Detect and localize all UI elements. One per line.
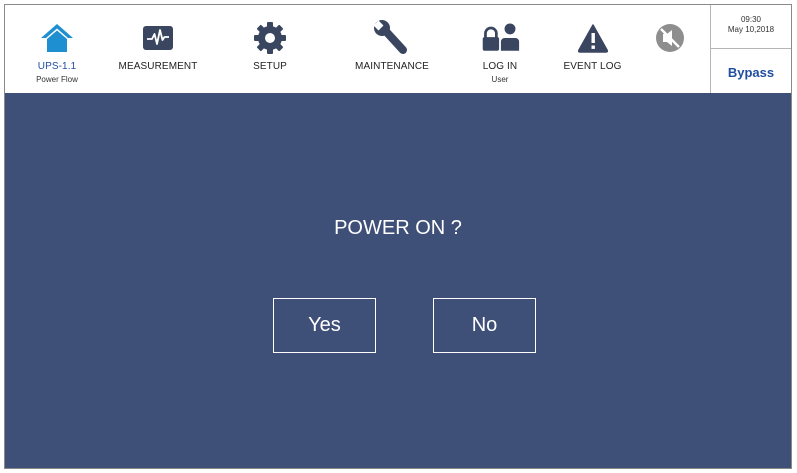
mute-button[interactable] — [650, 5, 690, 93]
home-icon — [37, 19, 77, 57]
top-toolbar: UPS-1.1 Power Flow MEASUREMENT SETUP MAI… — [5, 5, 791, 93]
nav-item-event-log[interactable]: EVENT LOG — [555, 5, 630, 93]
yes-button[interactable]: Yes — [273, 298, 376, 353]
power-on-dialog: POWER ON ? Yes No — [5, 93, 791, 468]
mute-icon — [650, 19, 690, 57]
status-panel: 09:30 May 10,2018 Bypass — [710, 5, 791, 93]
no-button[interactable]: No — [433, 298, 536, 353]
nav-label-log-in: LOG IN — [482, 61, 518, 72]
dialog-title: POWER ON ? — [334, 217, 462, 239]
nav-label-event-log: EVENT LOG — [563, 61, 622, 72]
status-date: May 10,2018 — [727, 25, 775, 34]
operating-mode: Bypass — [727, 65, 775, 80]
nav-label-ups: UPS-1.1 — [37, 61, 77, 72]
nav-item-power-flow[interactable]: UPS-1.1 Power Flow — [27, 5, 87, 93]
nav-item-setup[interactable]: SETUP — [245, 5, 295, 93]
nav-item-log-in[interactable]: LOG IN User — [475, 5, 525, 93]
nav-label-setup: SETUP — [253, 61, 287, 72]
status-time: 09:30 — [740, 15, 762, 24]
nav-sublabel-power-flow: Power Flow — [36, 75, 78, 84]
gear-icon — [250, 19, 290, 57]
nav-sublabel-user: User — [491, 75, 509, 84]
warning-icon — [573, 19, 613, 57]
lock-user-icon — [480, 19, 520, 57]
nav-label-maintenance: MAINTENANCE — [355, 61, 429, 72]
clock-readout: 09:30 May 10,2018 — [711, 15, 791, 35]
nav-label-measurement: MEASUREMENT — [118, 61, 198, 72]
nav-item-measurement[interactable]: MEASUREMENT — [113, 5, 203, 93]
ups-screen: UPS-1.1 Power Flow MEASUREMENT SETUP MAI… — [4, 4, 792, 469]
waveform-icon — [138, 19, 178, 57]
status-divider — [711, 48, 791, 49]
wrench-icon — [372, 19, 412, 57]
nav-item-maintenance[interactable]: MAINTENANCE — [347, 5, 437, 93]
